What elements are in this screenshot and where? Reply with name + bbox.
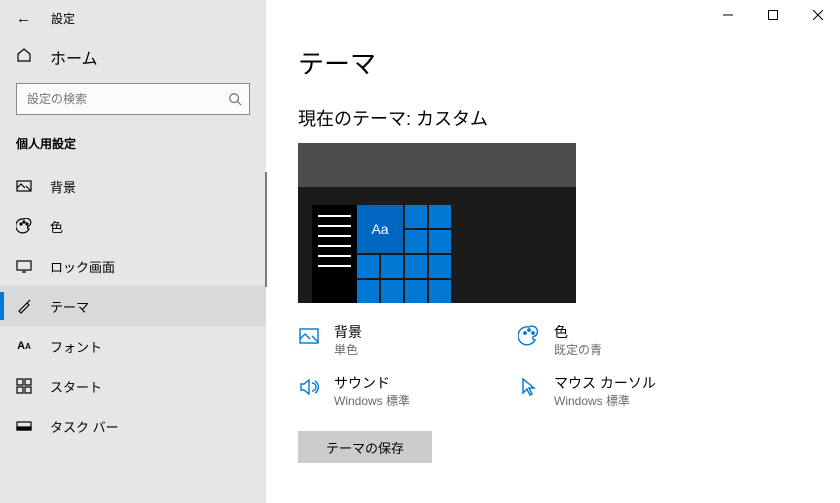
home-button[interactable]: ホーム — [0, 35, 266, 83]
main-content: テーマ 現在のテーマ: カスタム Aa 背景 単色 — [266, 0, 840, 503]
setting-value: Windows 標準 — [334, 392, 410, 409]
sidebar-item-themes[interactable]: テーマ — [0, 286, 266, 326]
setting-label: サウンド — [334, 374, 410, 392]
setting-value: Windows 標準 — [554, 392, 656, 409]
close-button[interactable] — [795, 0, 840, 30]
sidebar-item-label: テーマ — [50, 297, 89, 316]
home-icon — [16, 47, 32, 68]
lockscreen-icon — [16, 258, 32, 274]
current-theme-heading: 現在のテーマ: カスタム — [298, 105, 840, 131]
sidebar-item-colors[interactable]: 色 — [0, 206, 266, 246]
sidebar-section-heading: 個人用設定 — [0, 135, 266, 166]
sidebar-item-lockscreen[interactable]: ロック画面 — [0, 246, 266, 286]
speaker-icon — [298, 376, 320, 398]
preview-tile-text: Aa — [357, 205, 403, 253]
start-icon — [16, 378, 32, 394]
sidebar: ← 設定 ホーム 個人用設定 背景 色 — [0, 0, 266, 503]
theme-setting-color[interactable]: 色 既定の青 — [518, 323, 738, 358]
theme-preview[interactable]: Aa — [298, 143, 576, 303]
sidebar-item-label: タスク バー — [50, 417, 119, 436]
font-icon: AA — [16, 338, 32, 354]
theme-setting-sounds[interactable]: サウンド Windows 標準 — [298, 374, 518, 409]
back-button[interactable]: ← — [16, 11, 31, 26]
theme-setting-cursor[interactable]: マウス カーソル Windows 標準 — [518, 374, 738, 409]
search-input[interactable] — [16, 83, 250, 115]
maximize-button[interactable] — [750, 0, 795, 30]
palette-icon — [518, 325, 540, 347]
palette-icon — [16, 218, 32, 234]
picture-icon — [298, 325, 320, 347]
setting-label: 背景 — [334, 323, 362, 341]
cursor-icon — [518, 376, 540, 398]
setting-label: マウス カーソル — [554, 374, 656, 392]
sidebar-item-label: 背景 — [50, 177, 76, 196]
window-title: 設定 — [51, 10, 75, 27]
home-label: ホーム — [50, 45, 98, 69]
minimize-button[interactable] — [705, 0, 750, 30]
theme-setting-background[interactable]: 背景 単色 — [298, 323, 518, 358]
sidebar-item-taskbar[interactable]: タスク バー — [0, 406, 266, 446]
setting-value: 単色 — [334, 341, 362, 358]
setting-value: 既定の青 — [554, 341, 602, 358]
sidebar-item-background[interactable]: 背景 — [0, 166, 266, 206]
picture-icon — [16, 178, 32, 194]
page-title: テーマ — [298, 44, 840, 81]
search-icon — [228, 92, 242, 106]
sidebar-item-label: ロック画面 — [50, 257, 115, 276]
sidebar-item-fonts[interactable]: AA フォント — [0, 326, 266, 366]
brush-icon — [16, 298, 32, 314]
save-theme-button[interactable]: テーマの保存 — [298, 431, 432, 463]
sidebar-item-start[interactable]: スタート — [0, 366, 266, 406]
scroll-indicator[interactable] — [265, 172, 267, 287]
sidebar-item-label: スタート — [50, 377, 102, 396]
titlebar — [266, 0, 840, 30]
setting-label: 色 — [554, 323, 602, 341]
taskbar-icon — [16, 418, 32, 434]
sidebar-item-label: フォント — [50, 337, 102, 356]
sidebar-item-label: 色 — [50, 217, 63, 236]
